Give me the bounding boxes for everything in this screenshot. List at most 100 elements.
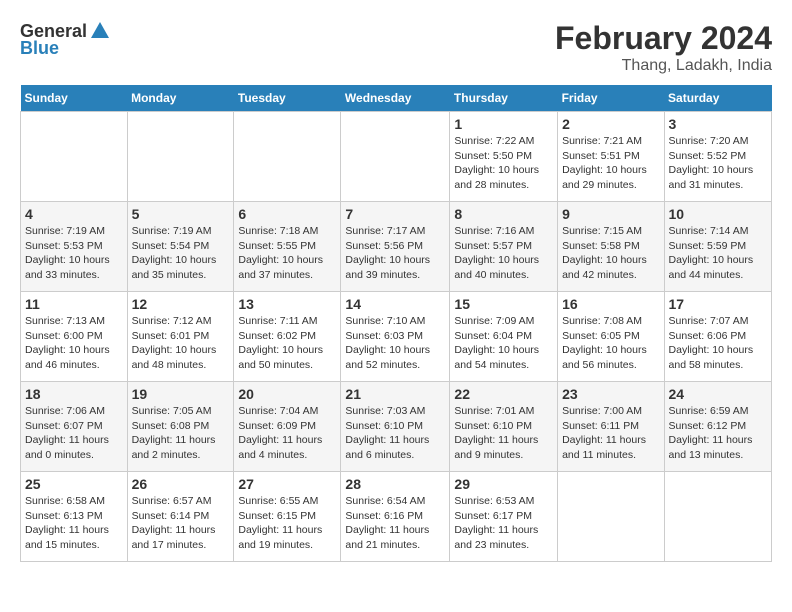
day-info: Sunrise: 7:12 AM Sunset: 6:01 PM Dayligh… [132, 314, 230, 373]
calendar-cell: 8 Sunrise: 7:16 AM Sunset: 5:57 PM Daylig… [450, 202, 558, 292]
day-info: Sunrise: 7:19 AM Sunset: 5:54 PM Dayligh… [132, 224, 230, 283]
calendar-cell: 2Sunrise: 7:21 AM Sunset: 5:51 PM Daylig… [558, 112, 664, 202]
calendar-cell: 10 Sunrise: 7:14 AM Sunset: 5:59 PM Dayli… [664, 202, 771, 292]
day-number: 29 [454, 476, 553, 492]
calendar-cell: 15 Sunrise: 7:09 AM Sunset: 6:04 PM Dayli… [450, 292, 558, 382]
day-info: Sunrise: 7:01 AM Sunset: 6:10 PM Dayligh… [454, 404, 553, 463]
calendar-cell: 24 Sunrise: 6:59 AM Sunset: 6:12 PM Dayli… [664, 382, 771, 472]
calendar-cell: 4Sunrise: 7:19 AM Sunset: 5:53 PM Daylig… [21, 202, 128, 292]
day-info: Sunrise: 7:19 AM Sunset: 5:53 PM Dayligh… [25, 224, 123, 283]
calendar-cell: 6 Sunrise: 7:18 AM Sunset: 5:55 PM Daylig… [234, 202, 341, 292]
weekday-header-monday: Monday [127, 85, 234, 112]
day-number: 6 [238, 206, 336, 222]
location-subtitle: Thang, Ladakh, India [555, 57, 772, 75]
day-info: Sunrise: 7:06 AM Sunset: 6:07 PM Dayligh… [25, 404, 123, 463]
calendar-cell: 9Sunrise: 7:15 AM Sunset: 5:58 PM Daylig… [558, 202, 664, 292]
day-number: 18 [25, 386, 123, 402]
day-info: Sunrise: 6:53 AM Sunset: 6:17 PM Dayligh… [454, 494, 553, 553]
day-info: Sunrise: 7:09 AM Sunset: 6:04 PM Dayligh… [454, 314, 553, 373]
day-info: Sunrise: 7:22 AM Sunset: 5:50 PM Dayligh… [454, 134, 553, 193]
day-number: 3 [669, 116, 767, 132]
calendar-week-row: 4Sunrise: 7:19 AM Sunset: 5:53 PM Daylig… [21, 202, 772, 292]
calendar-week-row: 18 Sunrise: 7:06 AM Sunset: 6:07 PM Dayli… [21, 382, 772, 472]
calendar-week-row: 1Sunrise: 7:22 AM Sunset: 5:50 PM Daylig… [21, 112, 772, 202]
day-number: 21 [345, 386, 445, 402]
calendar-cell [21, 112, 128, 202]
day-number: 26 [132, 476, 230, 492]
calendar-cell: 16 Sunrise: 7:08 AM Sunset: 6:05 PM Dayli… [558, 292, 664, 382]
day-number: 10 [669, 206, 767, 222]
day-info: Sunrise: 7:18 AM Sunset: 5:55 PM Dayligh… [238, 224, 336, 283]
day-info: Sunrise: 7:16 AM Sunset: 5:57 PM Dayligh… [454, 224, 553, 283]
weekday-header-wednesday: Wednesday [341, 85, 450, 112]
day-number: 2 [562, 116, 659, 132]
weekday-header-saturday: Saturday [664, 85, 771, 112]
calendar-cell [234, 112, 341, 202]
calendar-week-row: 11 Sunrise: 7:13 AM Sunset: 6:00 PM Dayli… [21, 292, 772, 382]
day-number: 24 [669, 386, 767, 402]
day-number: 19 [132, 386, 230, 402]
day-info: Sunrise: 7:11 AM Sunset: 6:02 PM Dayligh… [238, 314, 336, 373]
calendar-cell: 17 Sunrise: 7:07 AM Sunset: 6:06 PM Dayli… [664, 292, 771, 382]
day-number: 22 [454, 386, 553, 402]
day-info: Sunrise: 7:14 AM Sunset: 5:59 PM Dayligh… [669, 224, 767, 283]
day-info: Sunrise: 6:55 AM Sunset: 6:15 PM Dayligh… [238, 494, 336, 553]
calendar-cell: 14Sunrise: 7:10 AM Sunset: 6:03 PM Dayli… [341, 292, 450, 382]
calendar-cell: 11 Sunrise: 7:13 AM Sunset: 6:00 PM Dayli… [21, 292, 128, 382]
calendar-cell: 23Sunrise: 7:00 AM Sunset: 6:11 PM Dayli… [558, 382, 664, 472]
weekday-header-thursday: Thursday [450, 85, 558, 112]
weekday-header-friday: Friday [558, 85, 664, 112]
logo: General Blue [20, 20, 111, 59]
calendar-cell [341, 112, 450, 202]
day-info: Sunrise: 7:13 AM Sunset: 6:00 PM Dayligh… [25, 314, 123, 373]
day-info: Sunrise: 7:03 AM Sunset: 6:10 PM Dayligh… [345, 404, 445, 463]
calendar-cell: 27Sunrise: 6:55 AM Sunset: 6:15 PM Dayli… [234, 472, 341, 562]
day-number: 8 [454, 206, 553, 222]
calendar-cell: 3 Sunrise: 7:20 AM Sunset: 5:52 PM Daylig… [664, 112, 771, 202]
day-info: Sunrise: 7:08 AM Sunset: 6:05 PM Dayligh… [562, 314, 659, 373]
weekday-header-tuesday: Tuesday [234, 85, 341, 112]
calendar-cell: 19 Sunrise: 7:05 AM Sunset: 6:08 PM Dayli… [127, 382, 234, 472]
day-number: 16 [562, 296, 659, 312]
calendar-cell: 18 Sunrise: 7:06 AM Sunset: 6:07 PM Dayli… [21, 382, 128, 472]
day-info: Sunrise: 7:07 AM Sunset: 6:06 PM Dayligh… [669, 314, 767, 373]
calendar-cell: 26 Sunrise: 6:57 AM Sunset: 6:14 PM Dayli… [127, 472, 234, 562]
logo-blue-text: Blue [20, 38, 59, 59]
calendar-cell [664, 472, 771, 562]
day-info: Sunrise: 6:54 AM Sunset: 6:16 PM Dayligh… [345, 494, 445, 553]
day-info: Sunrise: 6:58 AM Sunset: 6:13 PM Dayligh… [25, 494, 123, 553]
day-info: Sunrise: 6:57 AM Sunset: 6:14 PM Dayligh… [132, 494, 230, 553]
day-number: 17 [669, 296, 767, 312]
day-number: 14 [345, 296, 445, 312]
calendar-table: SundayMondayTuesdayWednesdayThursdayFrid… [20, 85, 772, 562]
day-number: 12 [132, 296, 230, 312]
day-info: Sunrise: 7:15 AM Sunset: 5:58 PM Dayligh… [562, 224, 659, 283]
day-number: 7 [345, 206, 445, 222]
logo-icon [89, 20, 111, 42]
day-number: 5 [132, 206, 230, 222]
calendar-cell: 21 Sunrise: 7:03 AM Sunset: 6:10 PM Dayli… [341, 382, 450, 472]
day-number: 28 [345, 476, 445, 492]
day-info: Sunrise: 7:20 AM Sunset: 5:52 PM Dayligh… [669, 134, 767, 193]
day-info: Sunrise: 7:05 AM Sunset: 6:08 PM Dayligh… [132, 404, 230, 463]
calendar-cell [558, 472, 664, 562]
calendar-cell: 5 Sunrise: 7:19 AM Sunset: 5:54 PM Daylig… [127, 202, 234, 292]
day-info: Sunrise: 7:17 AM Sunset: 5:56 PM Dayligh… [345, 224, 445, 283]
page-header: General Blue February 2024 Thang, Ladakh… [20, 20, 772, 75]
calendar-cell: 25 Sunrise: 6:58 AM Sunset: 6:13 PM Dayli… [21, 472, 128, 562]
day-number: 13 [238, 296, 336, 312]
calendar-cell: 7 Sunrise: 7:17 AM Sunset: 5:56 PM Daylig… [341, 202, 450, 292]
calendar-cell: 20 Sunrise: 7:04 AM Sunset: 6:09 PM Dayli… [234, 382, 341, 472]
day-info: Sunrise: 7:04 AM Sunset: 6:09 PM Dayligh… [238, 404, 336, 463]
day-info: Sunrise: 6:59 AM Sunset: 6:12 PM Dayligh… [669, 404, 767, 463]
day-number: 15 [454, 296, 553, 312]
calendar-cell: 22 Sunrise: 7:01 AM Sunset: 6:10 PM Dayli… [450, 382, 558, 472]
day-number: 11 [25, 296, 123, 312]
calendar-cell: 12 Sunrise: 7:12 AM Sunset: 6:01 PM Dayli… [127, 292, 234, 382]
calendar-cell: 29 Sunrise: 6:53 AM Sunset: 6:17 PM Dayli… [450, 472, 558, 562]
day-number: 20 [238, 386, 336, 402]
day-number: 25 [25, 476, 123, 492]
calendar-week-row: 25 Sunrise: 6:58 AM Sunset: 6:13 PM Dayli… [21, 472, 772, 562]
calendar-cell [127, 112, 234, 202]
calendar-cell: 28 Sunrise: 6:54 AM Sunset: 6:16 PM Dayli… [341, 472, 450, 562]
